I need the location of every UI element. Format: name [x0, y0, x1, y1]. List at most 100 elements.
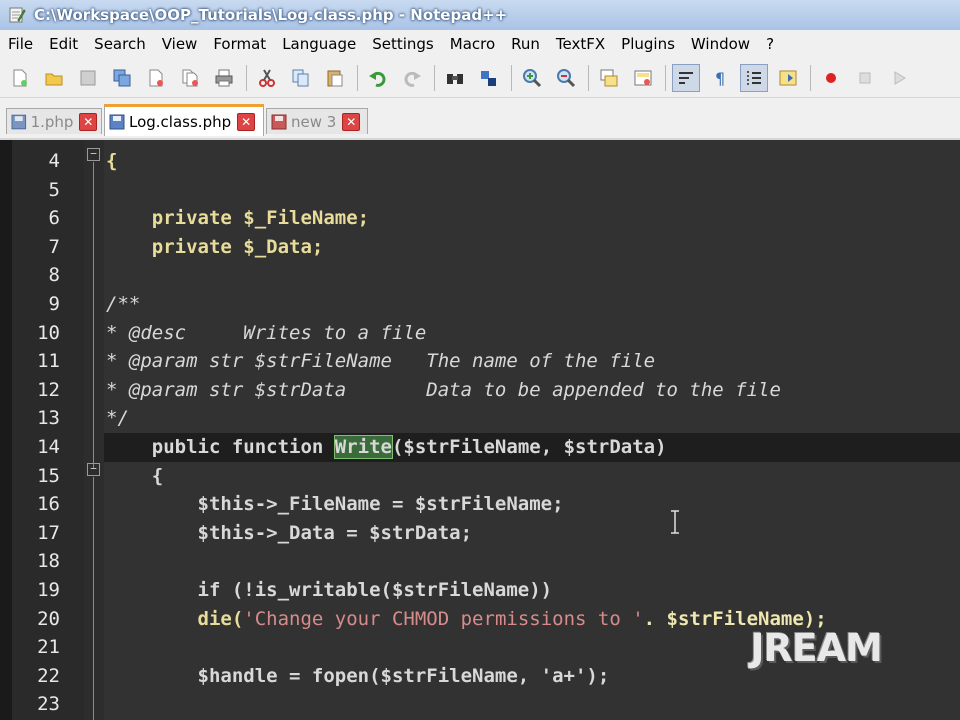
- line-number: 15: [37, 464, 60, 487]
- code-line[interactable]: 4 {: [0, 147, 960, 176]
- menu-file[interactable]: File: [0, 35, 41, 53]
- menu-search[interactable]: Search: [86, 35, 154, 53]
- current-code-line[interactable]: 14 public function Write($strFileName, $…: [0, 433, 960, 462]
- code-editor[interactable]: − − 4 { 5 6 private $_FileName; 7 privat…: [0, 140, 960, 720]
- menu-format[interactable]: Format: [205, 35, 274, 53]
- line-number: 21: [37, 636, 60, 659]
- code-text: die('Change your CHMOD permissions to '.…: [106, 605, 827, 634]
- code-keyword: die(: [106, 607, 244, 630]
- cut-icon[interactable]: [253, 64, 281, 92]
- code-comment: * @param str $strFileName The name of th…: [106, 350, 656, 373]
- close-tab-icon[interactable]: ✕: [237, 112, 256, 131]
- tab-1-php[interactable]: 1.php ✕: [6, 108, 102, 134]
- code-comment: * @desc Writes to a file: [106, 321, 427, 344]
- paste-icon[interactable]: [321, 64, 349, 92]
- line-number: 6: [48, 207, 60, 230]
- doc-map-icon[interactable]: [774, 64, 802, 92]
- new-file-icon[interactable]: [6, 64, 34, 92]
- code-text: private $_Data;: [106, 235, 324, 258]
- zoom-out-icon[interactable]: [552, 64, 580, 92]
- line-number: 18: [37, 550, 60, 573]
- print-icon[interactable]: [210, 64, 238, 92]
- close-all-icon[interactable]: [176, 64, 204, 92]
- tab-log-class-php[interactable]: Log.class.php ✕: [104, 104, 264, 136]
- indent-guide-icon[interactable]: [740, 63, 768, 92]
- code-text: private $_FileName;: [106, 207, 370, 230]
- menu-language[interactable]: Language: [274, 35, 364, 53]
- code-line[interactable]: 11 * @param str $strFileName The name of…: [0, 347, 960, 376]
- menu-run[interactable]: Run: [503, 35, 548, 53]
- code-text: if (!is_writable($strFileName)): [106, 579, 553, 601]
- watermark-logo: JREAM: [750, 626, 883, 670]
- open-file-icon[interactable]: [40, 64, 68, 92]
- code-line[interactable]: 19 if (!is_writable($strFileName)): [0, 576, 960, 605]
- line-number: 20: [37, 607, 60, 630]
- tab-bar: 1.php ✕ Log.class.php ✕ new 3 ✕: [0, 98, 960, 140]
- menu-settings[interactable]: Settings: [364, 35, 442, 53]
- text-cursor-icon: [671, 510, 679, 534]
- code-comment: */: [106, 407, 129, 430]
- show-all-chars-icon[interactable]: ¶: [706, 64, 734, 92]
- stop-record-icon[interactable]: [851, 64, 879, 92]
- close-icon[interactable]: [142, 64, 170, 92]
- save-all-icon[interactable]: [108, 64, 136, 92]
- matched-word-highlight: Write: [333, 435, 393, 459]
- saved-file-icon: [11, 114, 27, 129]
- code-line[interactable]: 13 */: [0, 404, 960, 433]
- close-tab-icon[interactable]: ✕: [342, 112, 361, 131]
- code-line[interactable]: 5: [0, 176, 960, 205]
- play-macro-icon[interactable]: [885, 64, 913, 92]
- toolbar-separator: [357, 64, 358, 91]
- line-number: 5: [48, 178, 60, 201]
- window-title: C:\Workspace\OOP_Tutorials\Log.class.php…: [34, 6, 508, 24]
- line-number: 8: [48, 264, 60, 287]
- code-line[interactable]: 12 * @param str $strData Data to be appe…: [0, 376, 960, 405]
- menu-textfx[interactable]: TextFX: [548, 35, 613, 53]
- copy-icon[interactable]: [287, 64, 315, 92]
- find-icon[interactable]: [441, 64, 469, 92]
- code-line[interactable]: 15 {: [0, 462, 960, 491]
- code-comment: * @param str $strData Data to be appende…: [106, 378, 781, 401]
- code-text: $handle = fopen($strFileName, 'a+');: [106, 664, 610, 687]
- code-text: public function Write($strFileName, $str…: [106, 435, 667, 459]
- code-text: {: [106, 150, 118, 172]
- code-line[interactable]: 8: [0, 261, 960, 290]
- notepad-app-icon: [9, 7, 26, 23]
- line-number: 11: [37, 350, 60, 373]
- replace-icon[interactable]: [475, 64, 503, 92]
- redo-icon[interactable]: [398, 64, 426, 92]
- code-line[interactable]: 16 $this->_FileName = $strFileName;: [0, 490, 960, 519]
- code-line[interactable]: 23: [0, 690, 960, 719]
- code-line[interactable]: 7 private $_Data;: [0, 233, 960, 262]
- menu-view[interactable]: View: [154, 35, 206, 53]
- toolbar-separator: [246, 64, 247, 91]
- word-wrap-icon[interactable]: [672, 63, 700, 92]
- zoom-in-icon[interactable]: [518, 64, 546, 92]
- code-line[interactable]: 6 private $_FileName;: [0, 204, 960, 233]
- code-text: $this->_FileName = $strFileName;: [106, 493, 564, 516]
- line-number: 13: [37, 407, 60, 430]
- code-line[interactable]: 17 $this->_Data = $strData;: [0, 519, 960, 548]
- menu-plugins[interactable]: Plugins: [613, 35, 683, 53]
- line-number: 19: [37, 579, 60, 601]
- sync-vertical-icon[interactable]: [595, 64, 623, 92]
- line-number: 23: [37, 693, 60, 716]
- save-icon[interactable]: [74, 64, 102, 92]
- code-line[interactable]: 18: [0, 547, 960, 576]
- undo-icon[interactable]: [364, 64, 392, 92]
- tab-new-3[interactable]: new 3 ✕: [266, 108, 368, 134]
- toolbar: ¶: [0, 58, 960, 98]
- close-tab-icon[interactable]: ✕: [79, 112, 97, 131]
- menu-help[interactable]: ?: [758, 35, 782, 53]
- toolbar-separator: [665, 64, 666, 91]
- menu-edit[interactable]: Edit: [41, 35, 86, 53]
- code-line[interactable]: 9 /**: [0, 290, 960, 319]
- line-number: 7: [48, 235, 60, 258]
- code-comment: /**: [106, 293, 141, 315]
- menu-macro[interactable]: Macro: [442, 35, 503, 53]
- sync-horizontal-icon[interactable]: [629, 64, 657, 92]
- code-line[interactable]: 10 * @desc Writes to a file: [0, 319, 960, 348]
- menu-window[interactable]: Window: [683, 35, 758, 53]
- menu-bar: File Edit Search View Format Language Se…: [0, 30, 960, 59]
- record-macro-icon[interactable]: [817, 64, 845, 92]
